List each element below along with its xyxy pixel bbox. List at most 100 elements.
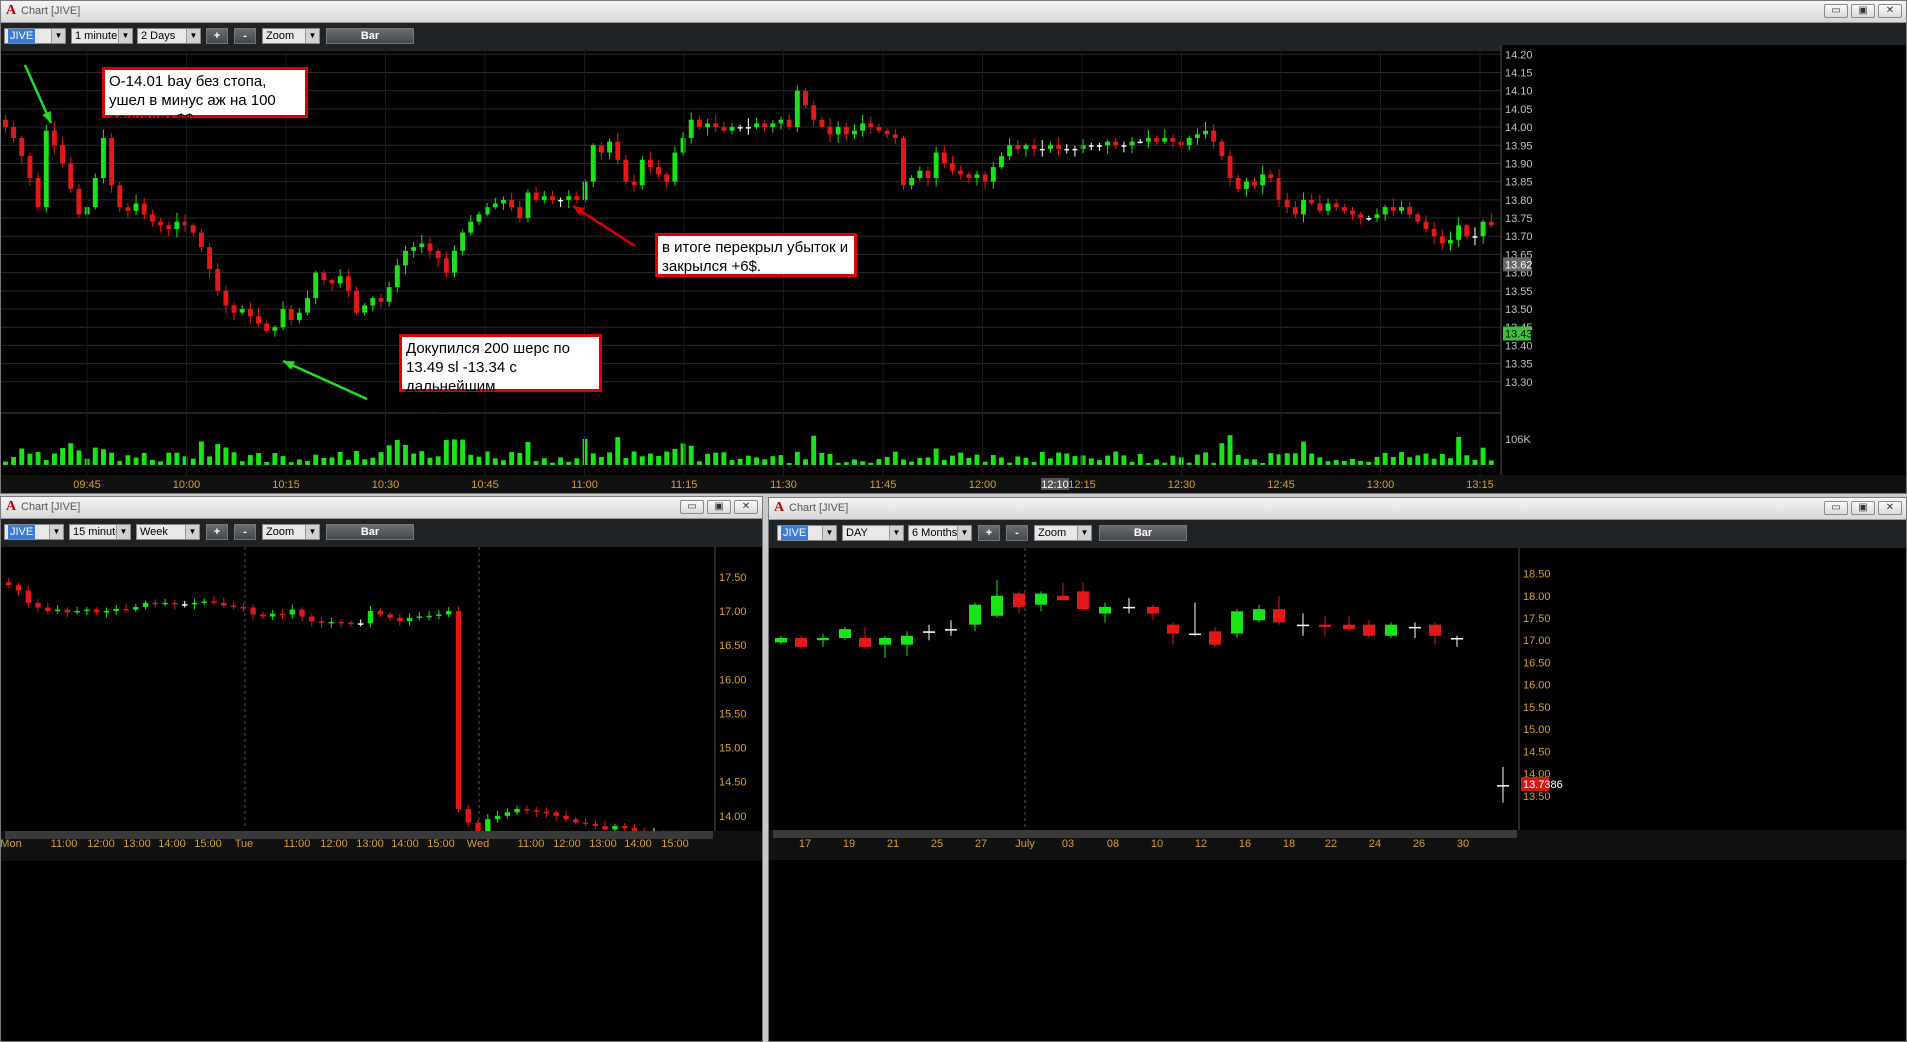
bar-type-button[interactable]: Bar [326,524,414,540]
candle [133,203,139,211]
y-tick-label: 14.00 [719,811,747,823]
volume-bar [884,457,890,465]
window-titlebar[interactable]: A Chart [JIVE] ▭ ▣ ✕ [1,1,1906,23]
volume-bar [1154,459,1160,465]
candle [1064,148,1070,151]
volume-bar [403,444,408,465]
candle [612,826,618,830]
candle [1358,214,1364,219]
candle [1409,626,1421,629]
close-button[interactable]: ✕ [1878,4,1902,18]
volume-bar [876,459,882,465]
candle [558,199,564,202]
chevron-down-icon: ▼ [51,29,65,43]
chart-window-bottom-left: A Chart [JIVE] ▭ ▣ ✕ JIVE ▼ 15 minutes ▼ W… [0,496,763,1042]
volume-bar [1374,456,1380,465]
bar-type-button[interactable]: Bar [326,28,414,44]
candle [1113,141,1119,146]
volume-bar [1382,452,1388,465]
volume-bar [109,452,115,465]
volume-bar [51,453,57,465]
candle [435,250,441,259]
y-tick-label: 17.00 [1523,635,1551,647]
close-button[interactable]: ✕ [734,500,758,514]
maximize-button[interactable]: ▣ [1851,501,1875,515]
chart-toolbar: JIVE ▼ DAY ▼ 6 Months ▼ + - Zoom ▼ Bar [769,520,1906,548]
candle [211,601,217,603]
volume-bar [1358,460,1364,465]
candle [240,606,247,609]
x-tick-label: 11:15 [671,479,698,491]
chart-plot-bottom-right[interactable]: 18.50 18.00 17.50 17.00 16.50 16.00 15.50 15.00… [769,548,1906,1041]
candle [623,159,629,182]
interval-select[interactable]: 1 minute ▼ [71,28,133,44]
candle [1268,174,1274,179]
candle [688,119,694,138]
maximize-button[interactable]: ▣ [707,500,731,514]
zoom-select[interactable]: Zoom ▼ [262,524,320,540]
interval-select[interactable]: 15 minutes ▼ [69,524,131,540]
candle [15,585,22,591]
chart-plot-bottom-left[interactable]: 17.50 17.00 16.50 16.00 15.50 15.00 14.50 14.00… [1,547,762,1041]
y-tick-label: 15.00 [1523,724,1551,736]
x-tick-label: 24 [1369,838,1381,850]
close-button[interactable]: ✕ [1878,501,1902,515]
range-select[interactable]: 6 Months ▼ [908,525,972,541]
minimize-button[interactable]: ▭ [1824,4,1848,18]
volume-bar [1423,453,1429,465]
candle [468,221,474,233]
volume-bar [1268,453,1274,465]
candle [427,243,433,251]
candle [419,243,425,248]
candle [543,811,550,814]
symbol-select[interactable]: JIVE ▼ [4,28,66,44]
zoom-in-button[interactable]: + [206,524,228,540]
volume-bar [1162,462,1168,465]
volume-bar [35,452,41,465]
window-titlebar[interactable]: A Chart [JIVE] ▭ ▣ ✕ [769,498,1906,520]
candle [377,611,383,615]
candle [664,174,670,182]
maximize-button[interactable]: ▣ [1851,4,1875,18]
zoom-select[interactable]: Zoom ▼ [1034,525,1092,541]
bar-type-button[interactable]: Bar [1099,525,1187,541]
symbol-select[interactable]: JIVE ▼ [777,525,837,541]
candle [370,298,376,306]
zoom-in-button[interactable]: + [978,525,1000,541]
zoom-out-button[interactable]: - [234,524,256,540]
volume-bar [1096,460,1102,465]
candle [843,127,849,135]
minimize-button[interactable]: ▭ [1824,501,1848,515]
range-select[interactable]: 2 Days ▼ [137,28,201,44]
volume-bar [721,452,727,465]
range-select[interactable]: Week ▼ [136,524,200,540]
range-value: 6 Months [912,527,958,539]
candle [387,614,393,618]
candle [406,617,413,622]
minimize-button[interactable]: ▭ [680,500,704,514]
x-tick-label: 10:15 [272,479,300,491]
candle [305,298,310,313]
volume-bar [321,458,327,465]
candle [982,174,988,182]
candle [1007,145,1013,157]
window-titlebar[interactable]: A Chart [JIVE] ▭ ▣ ✕ [1,497,762,519]
candle [260,614,266,617]
volume-bar [566,461,572,465]
zoom-in-button[interactable]: + [206,28,228,44]
candle [25,590,31,603]
chart-svg-bottom-left[interactable]: 17.50 17.00 16.50 16.00 15.50 15.00 14.50 14.00… [1,547,762,1041]
candle [133,606,139,610]
candle [1319,624,1331,627]
scrollbar [773,830,1517,838]
zoom-out-button[interactable]: - [234,28,256,44]
symbol-select[interactable]: JIVE ▼ [4,524,64,540]
y-tick-label: 14.15 [1505,67,1533,79]
volume-bar [411,453,417,465]
chevron-down-icon: ▼ [186,29,200,43]
candle [1284,199,1290,208]
chart-svg-bottom-right[interactable]: 18.50 18.00 17.50 17.00 16.50 16.00 15.50 15.00… [769,548,1906,1041]
zoom-out-button[interactable]: - [1006,525,1028,541]
zoom-select[interactable]: Zoom ▼ [262,28,320,44]
interval-select[interactable]: DAY ▼ [842,525,904,541]
